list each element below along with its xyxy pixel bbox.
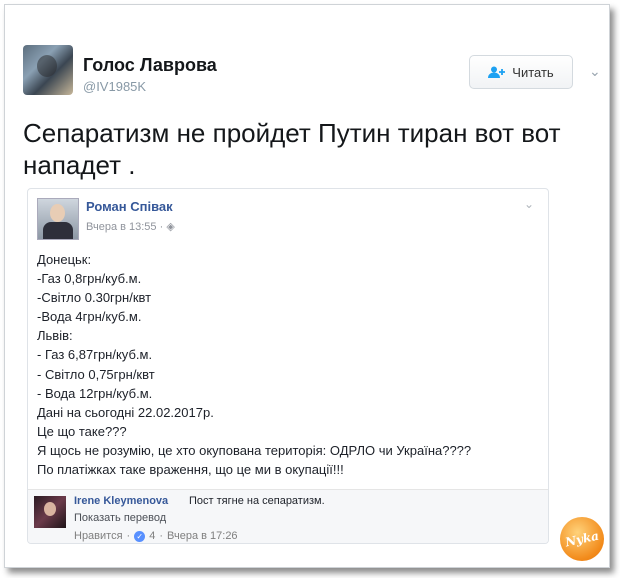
tweet-card: Голос Лаврова @IV1985K Читать ⌄ Сепарати… [4, 4, 610, 568]
post-line: Я щось не розумію, це хто окупована тери… [37, 442, 472, 458]
post-line: Львів: [37, 328, 73, 344]
post-line: -Світло 0.30грн/квт [37, 290, 152, 306]
post-line: - Вода 12грн/куб.м. [37, 385, 153, 401]
add-user-icon [488, 66, 506, 78]
commenter-avatar[interactable] [34, 496, 66, 528]
post-line: - Газ 6,87грн/куб.м. [37, 347, 153, 363]
show-translation-link[interactable]: Показать перевод [74, 512, 166, 524]
post-timestamp: Вчера в 13:55 · ◈ [86, 221, 175, 233]
watermark-text: Nyka [563, 528, 601, 550]
follow-label: Читать [512, 64, 554, 80]
comment-timestamp: Вчера в 17:26 [167, 530, 238, 542]
globe-icon: ◈ [166, 221, 175, 233]
like-count: 4 [149, 530, 156, 542]
author-name[interactable]: Голос Лаврова [83, 55, 217, 76]
comment-text: Пост тягне на сепаратизм. [189, 495, 325, 507]
author-handle[interactable]: @IV1985K [83, 79, 146, 94]
chevron-down-icon[interactable]: ⌄ [589, 63, 601, 80]
post-line: - Світло 0,75грн/квт [37, 366, 155, 382]
comment-section: Irene Kleymenova Пост тягне на сепаратиз… [28, 489, 548, 543]
commenter-name[interactable]: Irene Kleymenova [74, 495, 168, 507]
post-body: Донецьк: -Газ 0,8грн/куб.м. -Світло 0.30… [37, 250, 542, 479]
like-link[interactable]: Нравится [74, 530, 123, 542]
embedded-facebook-post[interactable]: Роман Співак Вчера в 13:55 · ◈ ⌄ Донецьк… [27, 188, 549, 544]
author-avatar[interactable] [23, 45, 73, 95]
post-line: Донецьк: [37, 252, 92, 267]
post-line: По платіжках таке враження, що це ми в о… [37, 462, 344, 478]
post-line: -Вода 4грн/куб.м. [37, 309, 142, 325]
tweet-text: Сепаратизм не пройдет Путин тиран вот во… [23, 118, 561, 180]
chevron-down-icon[interactable]: ⌄ [524, 197, 534, 211]
follow-button[interactable]: Читать [469, 55, 573, 89]
watermark-logo: Nyka [560, 517, 604, 561]
thumbs-up-icon: ✓ [134, 530, 146, 542]
post-line: Це що таке??? [37, 423, 127, 439]
post-author-avatar[interactable] [37, 198, 79, 240]
post-author-name[interactable]: Роман Співак [86, 199, 173, 214]
post-line: -Газ 0,8грн/куб.м. [37, 271, 142, 287]
post-line: Дані на сьогодні 22.02.2017р. [37, 404, 214, 420]
comment-meta: Нравится · ✓ 4 · Вчера в 17:26 [74, 530, 238, 542]
